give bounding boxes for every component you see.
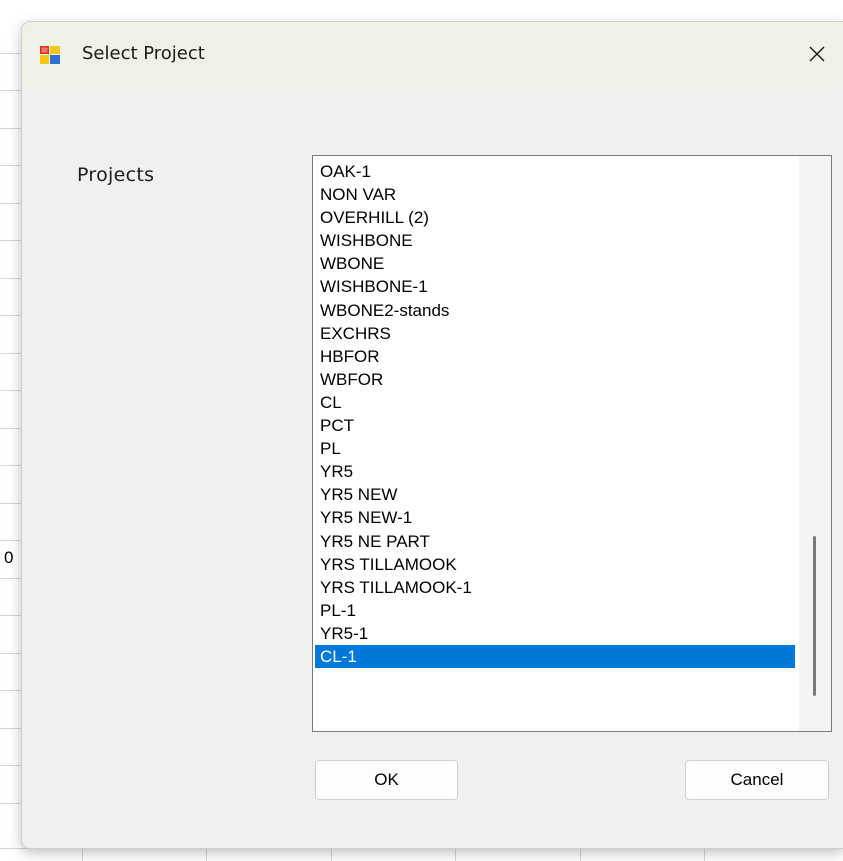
windows-form-icon (40, 46, 60, 64)
list-item[interactable]: YR5 (315, 460, 795, 483)
list-item[interactable]: YR5-1 (315, 622, 795, 645)
projects-listbox[interactable]: OAK-1 NON VAR OVERHILL (2) WISHBONE WBON… (312, 155, 832, 732)
projects-label: Projects (77, 164, 155, 186)
listbox-scrollbar[interactable] (799, 156, 831, 731)
close-button[interactable] (791, 22, 843, 86)
spreadsheet-cell-value: 0 (4, 548, 14, 567)
list-item[interactable]: WISHBONE (315, 229, 795, 252)
ok-button[interactable]: OK (315, 760, 458, 800)
list-item-selected[interactable]: CL-1 (315, 644, 795, 669)
list-item[interactable]: YRS TILLAMOOK-1 (315, 576, 795, 599)
list-item[interactable]: WBONE (315, 252, 795, 275)
list-item[interactable]: OVERHILL (2) (315, 206, 795, 229)
list-item[interactable]: PCT (315, 414, 795, 437)
list-item[interactable]: YR5 NEW (315, 483, 795, 506)
list-item[interactable]: NON VAR (315, 183, 795, 206)
list-item[interactable]: HBFOR (315, 345, 795, 368)
list-item[interactable]: OAK-1 (315, 160, 795, 183)
dialog-titlebar[interactable]: Select Project (22, 22, 843, 86)
list-item[interactable]: WBFOR (315, 368, 795, 391)
projects-list: OAK-1 NON VAR OVERHILL (2) WISHBONE WBON… (315, 160, 795, 669)
list-item[interactable]: WISHBONE-1 (315, 275, 795, 298)
select-project-dialog: Select Project Projects OAK-1 NON VAR OV… (22, 22, 843, 848)
list-item[interactable]: EXCHRS (315, 322, 795, 345)
list-item[interactable]: YR5 NEW-1 (315, 506, 795, 529)
list-item[interactable]: YR5 NE PART (315, 530, 795, 553)
close-icon (809, 46, 825, 62)
list-item[interactable]: YRS TILLAMOOK (315, 553, 795, 576)
list-item[interactable]: PL (315, 437, 795, 460)
scrollbar-thumb[interactable] (813, 536, 816, 696)
list-item[interactable]: WBONE2-stands (315, 299, 795, 322)
dialog-title: Select Project (82, 43, 205, 64)
cancel-button[interactable]: Cancel (685, 760, 829, 800)
list-item[interactable]: PL-1 (315, 599, 795, 622)
list-item[interactable]: CL (315, 391, 795, 414)
